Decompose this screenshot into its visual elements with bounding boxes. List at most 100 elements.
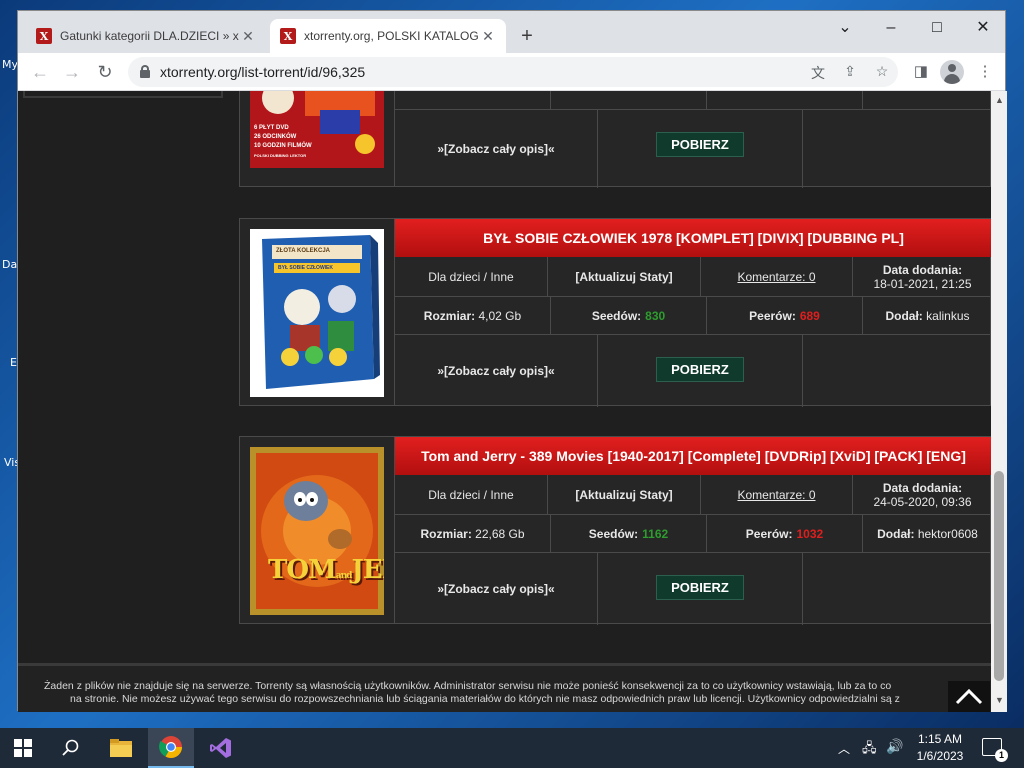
cover-image[interactable]: ZŁOTA KOLEKCJA BYŁ SOBIE CZŁOWIEK	[250, 229, 384, 397]
browser-toolbar: ← → ↻ xtorrenty.org/list-torrent/id/96,3…	[18, 53, 1005, 91]
chevron-up-icon[interactable]: ︿	[838, 740, 850, 757]
download-button[interactable]: POBIERZ	[656, 132, 744, 157]
download-button[interactable]: POBIERZ	[656, 575, 744, 600]
close-tab-icon[interactable]: ✕	[480, 28, 496, 45]
site-favicon: X	[36, 28, 52, 44]
visual-studio-icon[interactable]	[198, 728, 244, 768]
back-arrow-icon[interactable]: ←	[28, 60, 52, 84]
action-row: »[Zobacz cały opis]« POBIERZ	[395, 335, 991, 407]
tab-gatunki[interactable]: X Gatunki kategorii DLA.DZIECI » x ✕	[26, 19, 266, 53]
menu-kebab-icon[interactable]: ⋮	[974, 62, 996, 84]
tab-title: xtorrenty.org, POLSKI KATALOG T	[304, 29, 480, 43]
cover-text: 6 PŁYT DVD	[254, 125, 289, 131]
description-link[interactable]: »[Zobacz cały opis]«	[395, 110, 598, 188]
notification-icon[interactable]: 1	[982, 738, 1008, 762]
forward-arrow-icon[interactable]: →	[60, 60, 84, 84]
torrent-title[interactable]: BYŁ SOBIE CZŁOWIEK 1978 [KOMPLET] [DIVIX…	[395, 219, 991, 257]
lock-icon[interactable]	[140, 65, 150, 78]
peers-cell: Peerów: 689	[707, 297, 863, 335]
url-text[interactable]: xtorrenty.org/list-torrent/id/96,325	[160, 64, 365, 80]
network-icon[interactable]: 🖧	[862, 739, 877, 761]
scroll-up-arrow-icon[interactable]: ▲	[995, 95, 1004, 105]
scroll-down-arrow-icon[interactable]: ▼	[995, 695, 1004, 705]
size-label: Rozmiar:	[420, 526, 472, 541]
download-button[interactable]: POBIERZ	[656, 357, 744, 382]
tab-search-button[interactable]: ⌄	[822, 15, 868, 43]
translate-icon[interactable]: 文	[808, 63, 828, 81]
comments-link[interactable]: Komentarze: 0	[701, 475, 853, 515]
cover-image[interactable]: 6 PŁYT DVD 26 ODCINKÓW 10 GODZIN FILMÓW …	[250, 91, 384, 168]
new-tab-button[interactable]: +	[515, 25, 539, 49]
stats-row: Rozmiar: 4,02 Gb Seedów: 830 Peerów: 689 D…	[395, 297, 991, 335]
update-stats-label[interactable]: [Aktualizuj Staty]	[575, 488, 672, 502]
date-added: Data dodania: 18-01-2021, 21:25	[853, 257, 991, 297]
cover-text: ZŁOTA KOLEKCJA	[276, 248, 330, 254]
comments-label[interactable]: Komentarze: 0	[737, 488, 815, 502]
size-label: Rozmiar:	[423, 308, 476, 323]
tab-xtorrenty[interactable]: X xtorrenty.org, POLSKI KATALOG T ✕	[270, 19, 506, 53]
page-content: 6 PŁYT DVD 26 ODCINKÓW 10 GODZIN FILMÓW …	[18, 91, 991, 712]
reload-icon[interactable]: ↻	[93, 60, 117, 84]
comments-label[interactable]: Komentarze: 0	[737, 270, 815, 284]
description-link[interactable]: »[Zobacz cały opis]«	[395, 335, 598, 407]
scrollbar-thumb[interactable]	[994, 471, 1004, 681]
search-icon[interactable]	[48, 728, 94, 768]
profile-avatar[interactable]	[940, 60, 964, 84]
volume-icon[interactable]: 🔊	[886, 738, 903, 755]
system-clock[interactable]: 1:15 AM 1/6/2023	[912, 731, 968, 765]
cover-cell: 6 PŁYT DVD 26 ODCINKÓW 10 GODZIN FILMÓW …	[240, 91, 395, 186]
chrome-taskbar-icon[interactable]	[148, 728, 194, 768]
update-stats-label[interactable]: [Aktualizuj Staty]	[575, 270, 672, 284]
file-explorer-icon[interactable]	[98, 728, 144, 768]
bookmark-star-icon[interactable]: ☆	[872, 63, 892, 81]
date-value: 24-05-2020, 09:36	[873, 494, 972, 509]
page-scrollbar[interactable]: ▲ ▼	[991, 91, 1007, 712]
seeds-cell: Seedów: 830	[551, 297, 707, 335]
notification-count: 1	[995, 749, 1008, 762]
peers-label: Peerów:	[749, 308, 796, 323]
stats-row: Rozmiar: 22,68 Gb Seedów: 1162 Peerów: 103…	[395, 515, 991, 553]
clock-date: 1/6/2023	[916, 749, 964, 763]
maximize-button[interactable]: □	[914, 15, 960, 43]
uploader-label: Dodał:	[885, 308, 923, 323]
action-row: »[Zobacz cały opis]« POBIERZ	[395, 553, 991, 625]
category-label[interactable]: Dla dzieci / Inne	[395, 257, 548, 297]
category-label[interactable]: Dla dzieci / Inne	[395, 475, 548, 515]
share-icon[interactable]: ⇪	[840, 63, 860, 81]
cover-text: BYŁ SOBIE CZŁOWIEK	[278, 265, 333, 271]
site-favicon: X	[280, 28, 296, 44]
comments-link[interactable]: Komentarze: 0	[701, 257, 853, 297]
seeds-label: Seedów:	[591, 308, 642, 323]
update-stats-link[interactable]: [Aktualizuj Staty]	[548, 475, 701, 515]
update-stats-link[interactable]: [Aktualizuj Staty]	[548, 257, 701, 297]
scroll-to-top-button[interactable]	[948, 681, 990, 712]
seeds-value: 830	[645, 308, 666, 323]
desktop-icon-label: E	[10, 356, 17, 369]
browser-window: X Gatunki kategorii DLA.DZIECI » x ✕ X x…	[17, 10, 1007, 712]
sidebar-panel-bottom	[23, 91, 223, 98]
torrent-card: TOMandJERRY Tom and Jerry - 389 Movies […	[239, 436, 991, 625]
start-button[interactable]	[0, 728, 46, 768]
peers-label: Peerów:	[745, 526, 793, 541]
cover-text: TOM	[268, 555, 337, 585]
description-link-label[interactable]: »[Zobacz cały opis]«	[437, 142, 554, 156]
clock-time: 1:15 AM	[917, 732, 963, 746]
description-link[interactable]: »[Zobacz cały opis]«	[395, 553, 598, 625]
desktop-icon-label: My	[2, 58, 19, 71]
desktop-icon-label: Da	[2, 258, 18, 271]
size-value: 22,68 Gb	[475, 526, 525, 541]
torrent-title[interactable]: Tom and Jerry - 389 Movies [1940-2017] […	[395, 437, 991, 475]
peers-value: 689	[799, 308, 820, 323]
address-bar[interactable]: xtorrenty.org/list-torrent/id/96,325 文 ⇪…	[128, 57, 898, 87]
tab-title: Gatunki kategorii DLA.DZIECI » x	[60, 29, 239, 43]
cover-image[interactable]: TOMandJERRY	[250, 447, 384, 615]
side-panel-icon[interactable]: ◨	[910, 62, 932, 84]
uploader-value[interactable]: kalinkus	[926, 309, 969, 323]
close-window-button[interactable]: ✕	[960, 15, 1006, 43]
description-link-label[interactable]: »[Zobacz cały opis]«	[437, 582, 554, 596]
minimize-button[interactable]: –	[868, 15, 914, 43]
description-link-label[interactable]: »[Zobacz cały opis]«	[437, 364, 554, 378]
close-tab-icon[interactable]: ✕	[240, 28, 256, 45]
uploader-value[interactable]: hektor0608	[918, 527, 978, 541]
uploader-cell: Dodał: hektor0608	[863, 515, 991, 553]
